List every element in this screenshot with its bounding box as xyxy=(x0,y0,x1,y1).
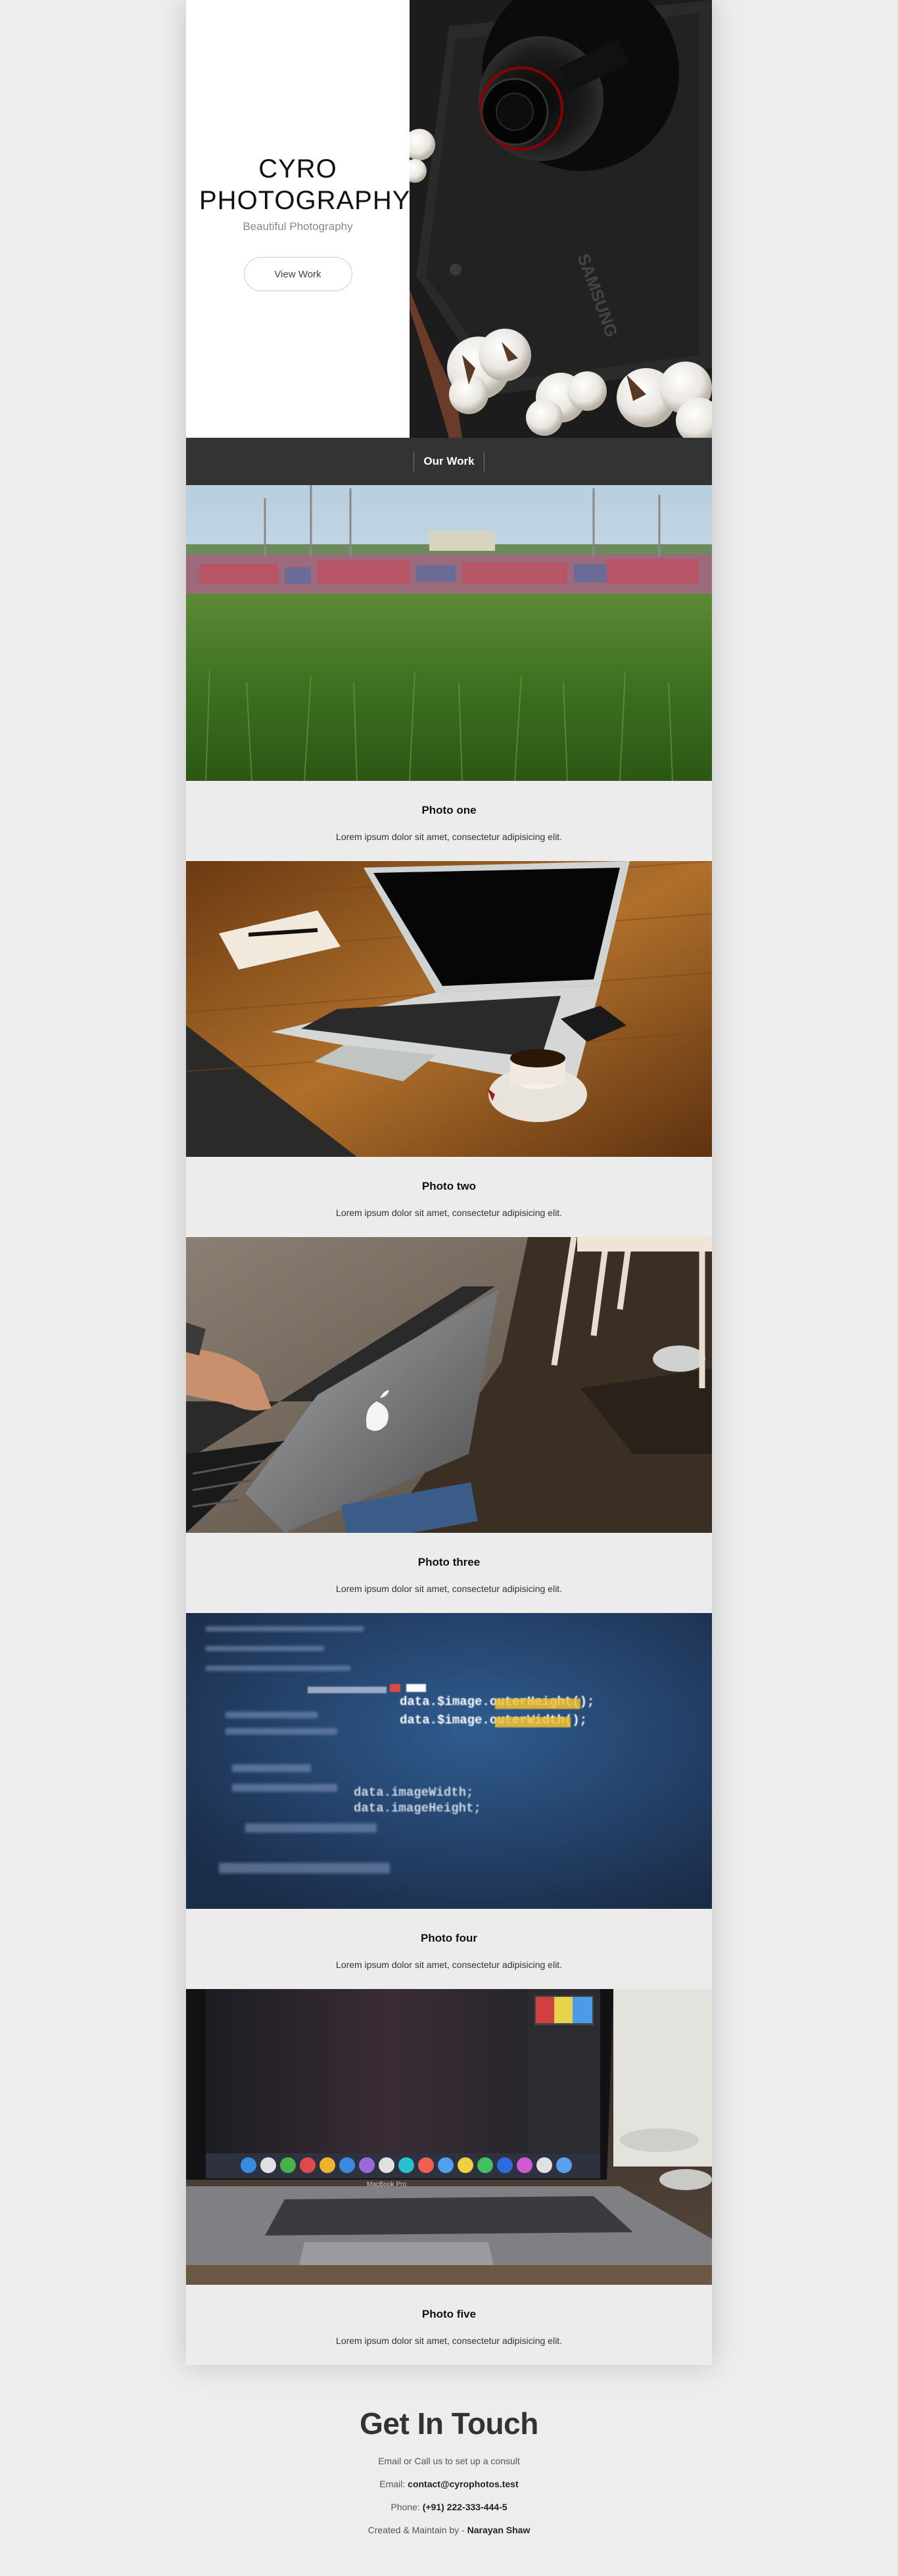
code-line: data.imageWidth; xyxy=(354,1785,473,1800)
main-nav: Our Work xyxy=(186,438,712,485)
photo-title: Photo three xyxy=(417,1556,481,1568)
brand-tagline: Beautiful Photography xyxy=(243,220,353,233)
photo-title: Photo four xyxy=(421,1932,477,1944)
page-container: CYRO PHOTOGRAPHY Beautiful Photography V… xyxy=(186,0,712,2365)
photo-description: Lorem ipsum dolor sit amet, consectetur … xyxy=(336,1583,562,1594)
brand-title: CYRO PHOTOGRAPHY xyxy=(199,154,411,215)
photo-caption: Photo three Lorem ipsum dolor sit amet, … xyxy=(186,1533,712,1613)
photo-caption: Photo two Lorem ipsum dolor sit amet, co… xyxy=(186,1157,712,1237)
hero-intro: CYRO PHOTOGRAPHY Beautiful Photography V… xyxy=(186,0,410,438)
contact-email: Email: contact@cyrophotos.test xyxy=(0,2479,898,2490)
photo-macbook-floor xyxy=(186,1237,712,1533)
photo-description: Lorem ipsum dolor sit amet, consectetur … xyxy=(336,1959,562,1970)
gallery-card: MacBook Pro Photo five Lorem ipsum dolor… xyxy=(186,1989,712,2365)
camera-cotton-illustration: SAMSUNG xyxy=(410,0,712,438)
gallery: Photo one Lorem ipsum dolor sit amet, co… xyxy=(186,485,712,2365)
email-value[interactable]: contact@cyrophotos.test xyxy=(408,2479,518,2489)
photo-macbook-pro: MacBook Pro xyxy=(186,1989,712,2285)
contact-title: Get In Touch xyxy=(360,2406,538,2441)
gallery-card: Photo one Lorem ipsum dolor sit amet, co… xyxy=(186,485,712,861)
email-label: Email: xyxy=(379,2479,406,2489)
code-line: data.imageHeight; xyxy=(354,1801,481,1815)
credit-label: Created & Maintain by - xyxy=(367,2525,465,2535)
hero-image: SAMSUNG xyxy=(410,0,712,438)
gallery-card: Photo three Lorem ipsum dolor sit amet, … xyxy=(186,1237,712,1613)
photo-description: Lorem ipsum dolor sit amet, consectetur … xyxy=(336,1207,562,1218)
contact-phone: Phone: (+91) 222-333-444-5 xyxy=(0,2502,898,2513)
credit-line: Created & Maintain by - Narayan Shaw xyxy=(0,2525,898,2536)
nav-item-our-work[interactable]: Our Work xyxy=(414,452,484,471)
photo-caption: Photo four Lorem ipsum dolor sit amet, c… xyxy=(186,1909,712,1989)
photo-title: Photo two xyxy=(421,1180,477,1192)
photo-title: Photo one xyxy=(421,804,477,816)
view-work-button[interactable]: View Work xyxy=(243,257,352,291)
photo-description: Lorem ipsum dolor sit amet, consectetur … xyxy=(336,2335,562,2346)
contact-footer: Get In Touch Email or Call us to set up … xyxy=(0,2406,898,2548)
phone-label: Phone: xyxy=(390,2502,420,2512)
gallery-card: data.$image.outerHeight(); data.$image.o… xyxy=(186,1613,712,1989)
photo-stadium xyxy=(186,485,712,781)
contact-subtitle: Email or Call us to set up a consult xyxy=(378,2456,520,2466)
gallery-card: Photo two Lorem ipsum dolor sit amet, co… xyxy=(186,861,712,1237)
photo-laptop-desk xyxy=(186,861,712,1157)
photo-caption: Photo one Lorem ipsum dolor sit amet, co… xyxy=(186,781,712,861)
photo-code-screen: data.$image.outerHeight(); data.$image.o… xyxy=(186,1613,712,1909)
hero-section: CYRO PHOTOGRAPHY Beautiful Photography V… xyxy=(186,0,712,438)
phone-value[interactable]: (+91) 222-333-444-5 xyxy=(423,2502,508,2512)
photo-title: Photo five xyxy=(421,2308,477,2320)
photo-description: Lorem ipsum dolor sit amet, consectetur … xyxy=(336,831,562,842)
photo-caption: Photo five Lorem ipsum dolor sit amet, c… xyxy=(186,2285,712,2365)
credit-author[interactable]: Narayan Shaw xyxy=(467,2525,531,2535)
